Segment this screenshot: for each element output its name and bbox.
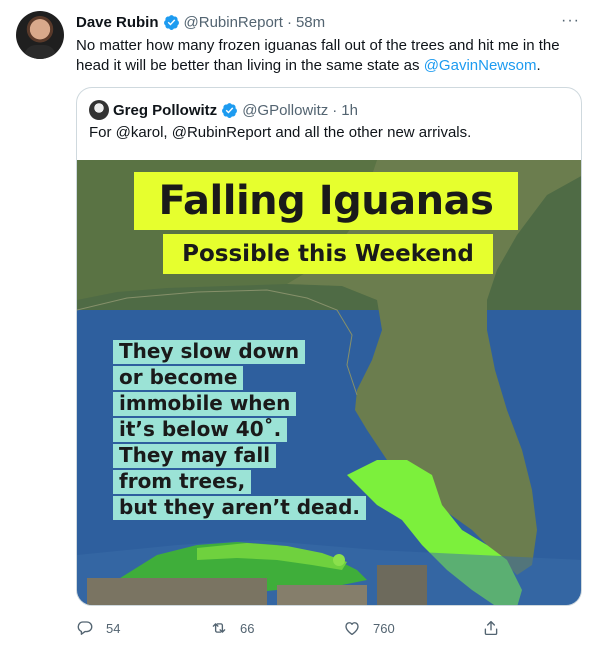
info-line: They may fall [113,444,277,468]
like-icon [345,622,359,636]
quote-avatar [89,100,109,120]
image-info-box: They slow down or become immobile when i… [113,340,367,522]
verified-badge-icon [222,102,238,118]
quote-author-handle: @GPollowitz [242,101,329,119]
author-handle[interactable]: @RubinReport [184,14,283,31]
verified-badge-icon [163,14,179,30]
quote-separator: · [332,101,338,119]
header-separator: · [286,13,292,31]
tweet-text-end: . [536,57,541,74]
quote-header: Greg Pollowitz @GPollowitz · 1h [89,100,358,120]
tweet-text: No matter how many frozen iguanas fall o… [76,36,581,76]
more-icon[interactable]: ··· [561,12,580,30]
quote-time: 1h [341,101,358,119]
info-line: it’s below 40˚. [113,418,288,442]
share-icon [484,620,498,636]
image-title-text: Falling Iguanas [158,178,494,224]
reply-button[interactable]: 54 [76,618,120,638]
quote-text: For @karol, @RubinReport and all the oth… [89,124,472,141]
like-count: 760 [373,620,395,636]
retweet-button[interactable]: 66 [210,618,254,638]
reply-icon [77,621,93,635]
retweet-icon [212,623,226,633]
retweet-count: 66 [240,620,255,636]
reply-count: 54 [106,620,121,636]
avatar[interactable] [16,11,64,59]
share-button[interactable] [482,618,512,638]
quote-image[interactable]: Falling Iguanas Possible this Weekend Th… [77,160,581,605]
info-line: They slow down [113,340,306,364]
author-name[interactable]: Dave Rubin [76,14,159,31]
info-line: or become [113,366,244,390]
info-line: immobile when [113,392,297,416]
info-line: from trees, [113,470,252,494]
like-button[interactable]: 760 [343,618,395,638]
image-subtitle-text: Possible this Weekend [182,241,474,267]
image-title: Falling Iguanas [134,172,518,230]
image-subtitle: Possible this Weekend [163,234,493,274]
action-bar: 54 66 760 [76,618,506,638]
tweet-header: Dave Rubin @RubinReport · 58m [76,12,325,32]
quote-author-name: Greg Pollowitz [113,101,218,119]
info-line: but they aren’t dead. [113,496,367,520]
tweet[interactable]: Dave Rubin @RubinReport · 58m ··· No mat… [0,0,598,650]
mention-link[interactable]: @GavinNewsom [424,57,537,74]
quoted-tweet[interactable]: Greg Pollowitz @GPollowitz · 1h For @kar… [76,87,582,606]
tweet-time[interactable]: 58m [296,14,325,31]
